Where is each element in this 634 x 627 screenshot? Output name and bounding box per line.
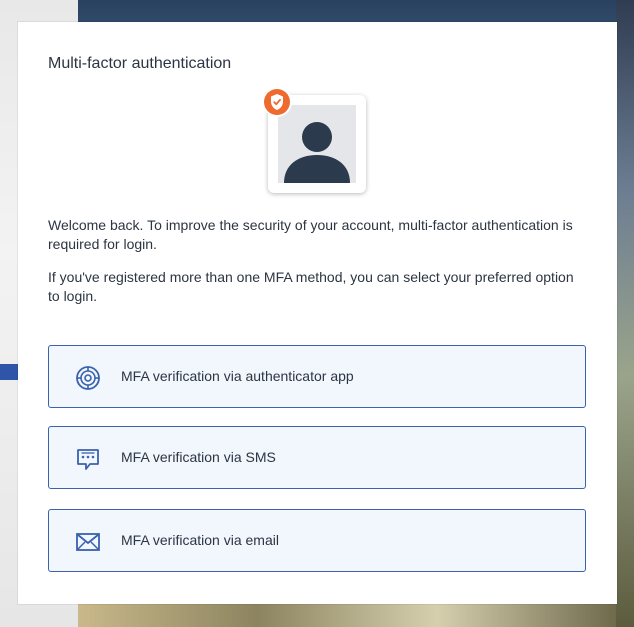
email-option-label: MFA verification via email bbox=[121, 532, 279, 548]
dialog-title: Multi-factor authentication bbox=[48, 55, 232, 72]
welcome-message: Welcome back. To improve the security of… bbox=[48, 217, 573, 252]
email-option[interactable]: MFA verification via email bbox=[48, 509, 586, 572]
user-avatar-icon bbox=[278, 105, 356, 183]
background-page-right bbox=[616, 0, 634, 627]
shield-check-icon bbox=[271, 94, 283, 110]
authenticator-option-label: MFA verification via authenticator app bbox=[121, 368, 354, 384]
background-page-bottom bbox=[78, 603, 616, 627]
authenticator-app-option[interactable]: MFA verification via authenticator app bbox=[48, 345, 586, 408]
info-message: If you've registered more than one MFA m… bbox=[48, 269, 574, 304]
security-badge bbox=[262, 87, 292, 117]
sms-option[interactable]: MFA verification via SMS bbox=[48, 426, 586, 489]
sms-option-label: MFA verification via SMS bbox=[121, 449, 276, 465]
sms-icon bbox=[75, 446, 101, 472]
email-icon bbox=[75, 529, 101, 555]
mfa-dialog: Multi-factor authentication Welcome back… bbox=[18, 22, 617, 604]
authenticator-icon bbox=[75, 365, 101, 391]
